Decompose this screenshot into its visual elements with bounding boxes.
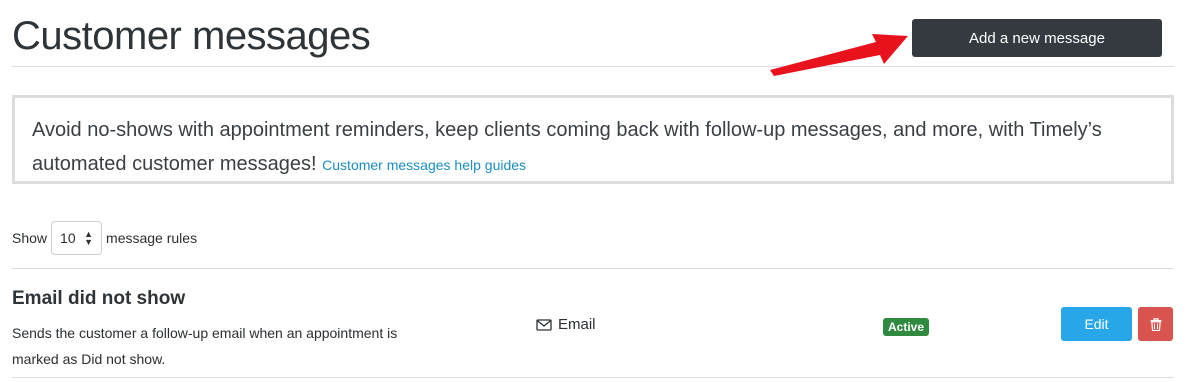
page-title: Customer messages [12, 14, 371, 58]
envelope-icon [536, 318, 552, 331]
select-arrows-icon: ▲ ▼ [84, 229, 94, 247]
annotation-arrow-icon [770, 34, 908, 76]
channel-label: Email [558, 316, 596, 333]
info-banner: Avoid no-shows with appointment reminder… [12, 95, 1174, 184]
add-new-message-button[interactable]: Add a new message [912, 19, 1162, 57]
rule-channel: Email [536, 316, 596, 333]
delete-button[interactable] [1138, 307, 1173, 341]
page-size-select[interactable]: 10 ▲ ▼ [51, 221, 103, 255]
edit-button[interactable]: Edit [1061, 307, 1132, 341]
message-rules-list: Email did not show Sends the customer a … [12, 268, 1174, 378]
rule-description: Sends the customer a follow-up email whe… [12, 325, 398, 367]
rule-title: Email did not show [12, 288, 186, 309]
info-text: Avoid no-shows with appointment reminder… [32, 119, 1102, 175]
help-guides-link[interactable]: Customer messages help guides [322, 157, 526, 173]
show-label: Show [12, 230, 48, 246]
page-size-control: Show 10 ▲ ▼ message rules [12, 221, 197, 255]
trash-icon [1150, 317, 1161, 331]
message-rules-label: message rules [106, 230, 198, 246]
page-size-value: 10 [60, 230, 76, 246]
status-badge: Active [883, 318, 930, 336]
